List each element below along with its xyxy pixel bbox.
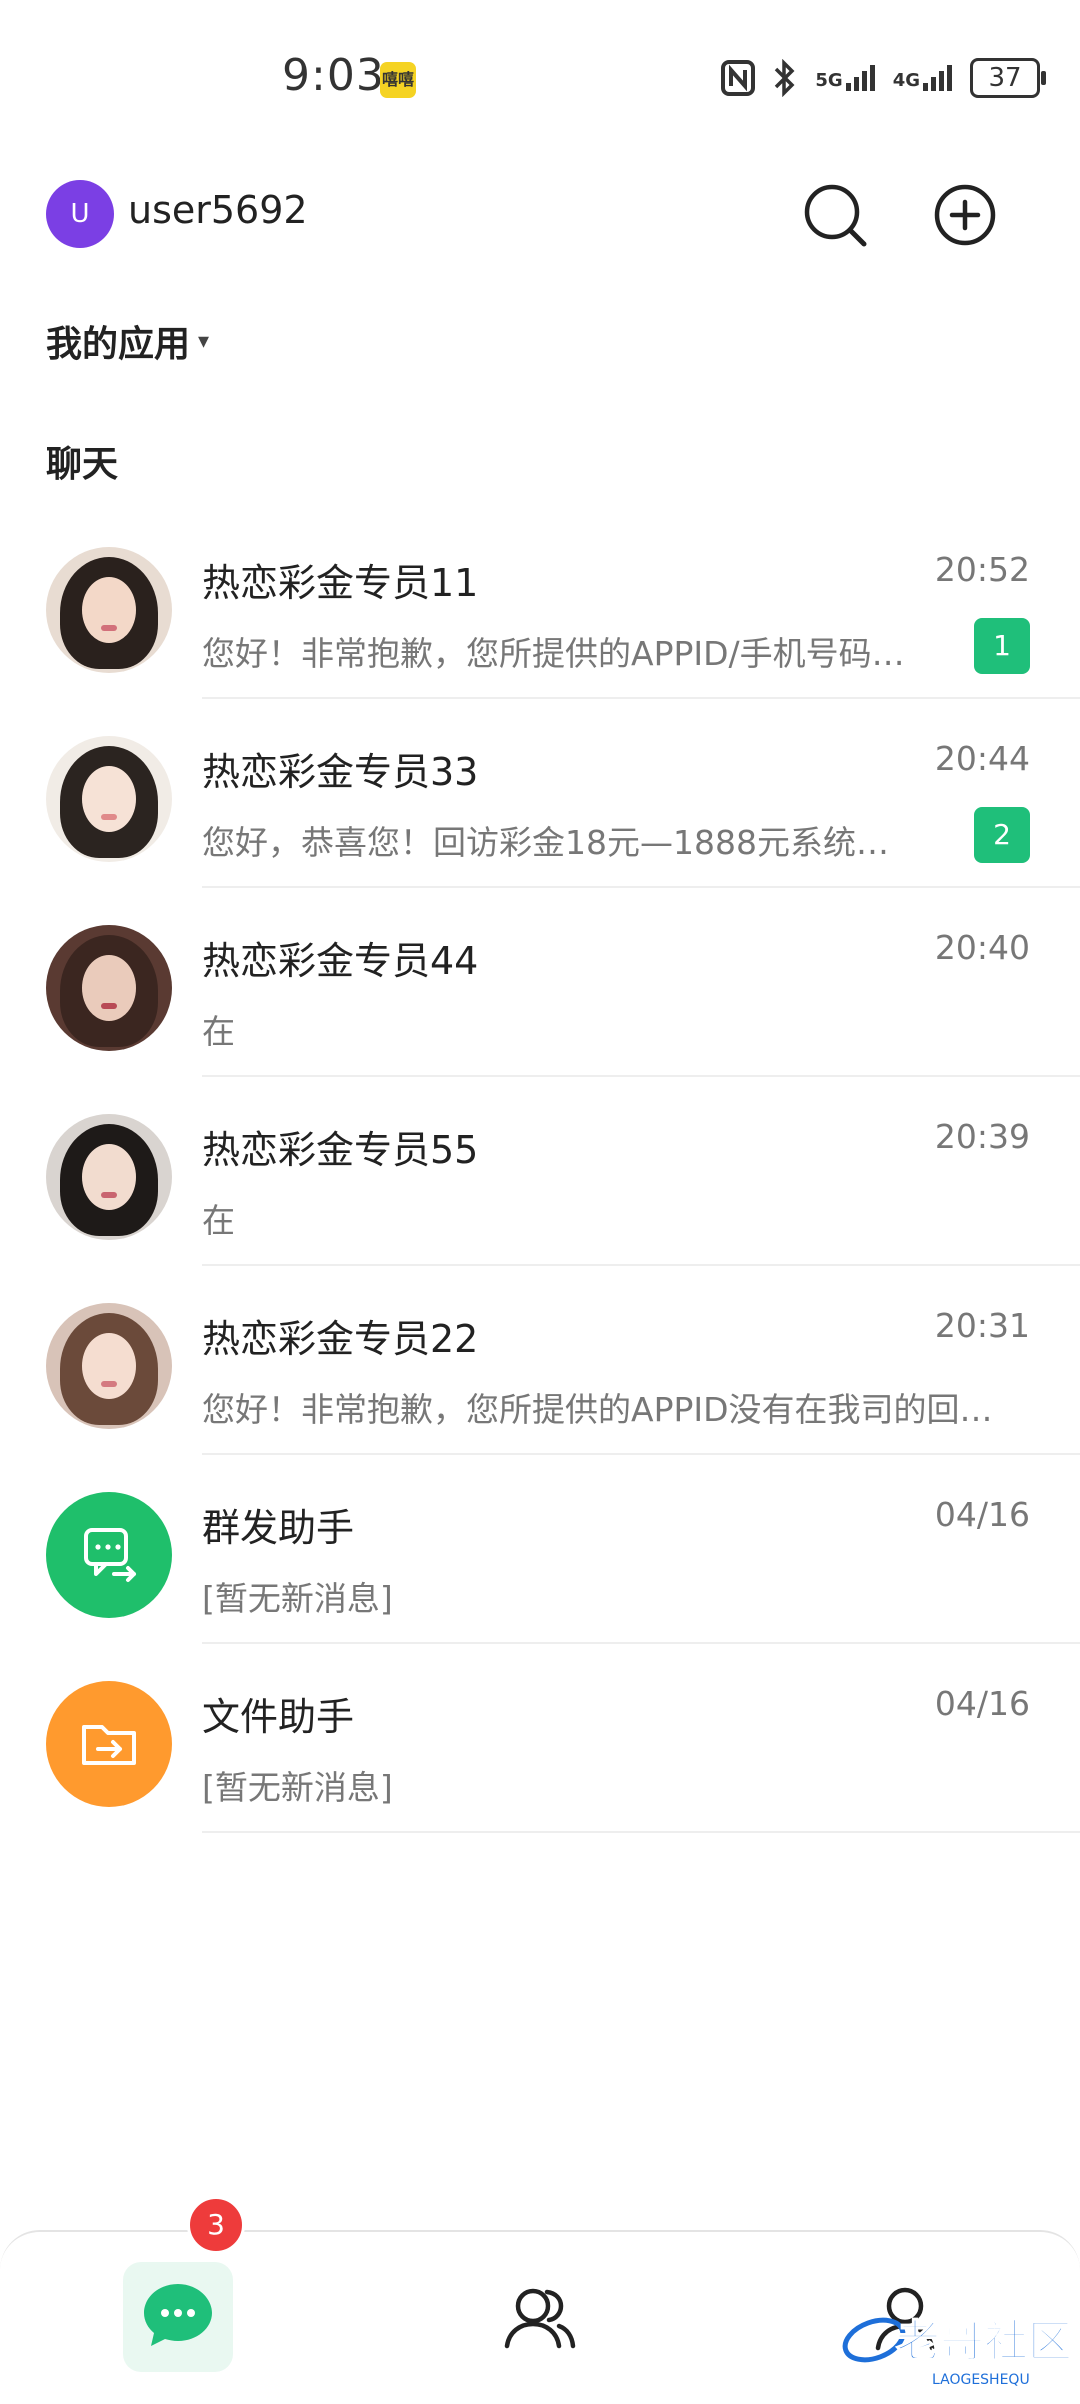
chat-preview: 您好！非常抱歉，您所提供的APPID/手机号码… xyxy=(202,634,905,673)
chat-time: 20:44 xyxy=(934,739,1030,778)
chat-preview: 您好！非常抱歉，您所提供的APPID没有在我司的回… xyxy=(202,1390,993,1429)
chat-time: 20:40 xyxy=(934,928,1030,967)
broadcast-icon xyxy=(84,1528,136,1582)
status-bar: 9:03 嘻嘻 5G 4G 37 xyxy=(0,0,1080,150)
search-icon xyxy=(804,184,867,247)
status-icons: 5G 4G 37 xyxy=(721,58,1046,98)
notification-app-icon: 嘻嘻 xyxy=(380,62,416,98)
contact-avatar xyxy=(46,1114,172,1240)
tab-contacts[interactable] xyxy=(485,2262,595,2372)
chat-list: 热恋彩金专员11 20:52 您好！非常抱歉，您所提供的APPID/手机号码… … xyxy=(0,510,1080,1833)
my-apps-label: 我的应用 xyxy=(46,324,191,365)
my-apps-toggle[interactable]: 我的应用 ▾ xyxy=(46,315,209,367)
add-button[interactable] xyxy=(920,170,1010,260)
chat-time: 20:39 xyxy=(934,1117,1030,1156)
file-helper-avatar xyxy=(46,1681,172,1807)
svg-text:LAOGESHEQU: LAOGESHEQU xyxy=(932,2372,1030,2388)
chat-time: 20:52 xyxy=(934,550,1030,589)
chat-row[interactable]: 热恋彩金专员22 20:31 您好！非常抱歉，您所提供的APPID没有在我司的回… xyxy=(0,1266,1080,1455)
chat-time: 20:31 xyxy=(934,1306,1030,1345)
battery-indicator: 37 xyxy=(970,58,1046,98)
chat-row[interactable]: 热恋彩金专员33 20:44 您好，恭喜您！回访彩金18元—1888元系统… 2 xyxy=(0,699,1080,888)
chat-preview: 在 xyxy=(202,1201,235,1240)
user-avatar[interactable]: U xyxy=(46,180,114,248)
chat-name: 热恋彩金专员33 xyxy=(202,750,479,794)
network-type-label: 5G xyxy=(815,70,843,91)
unread-badge: 2 xyxy=(974,807,1030,863)
contact-avatar xyxy=(46,925,172,1051)
chat-time: 04/16 xyxy=(934,1684,1030,1723)
chat-preview: 在 xyxy=(202,1012,235,1051)
chat-preview: [暂无新消息] xyxy=(202,1768,393,1807)
chat-row[interactable]: 热恋彩金专员44 20:40 在 xyxy=(0,888,1080,1077)
folder-icon xyxy=(82,1725,136,1765)
search-button[interactable] xyxy=(790,170,880,260)
contacts-icon xyxy=(504,2288,576,2349)
chat-row[interactable]: 文件助手 04/16 [暂无新消息] xyxy=(0,1644,1080,1833)
app-header: U user5692 xyxy=(0,170,1080,260)
svg-text:老哥社区: 老哥社区 xyxy=(896,2316,1072,2367)
chat-section-title: 聊天 xyxy=(46,444,119,485)
broadcast-avatar xyxy=(46,1492,172,1618)
chat-name: 文件助手 xyxy=(202,1695,355,1739)
network-type-label: 4G xyxy=(892,70,920,91)
signal-5g: 5G xyxy=(815,65,875,91)
divider xyxy=(202,1831,1080,1833)
tab-chats[interactable] xyxy=(123,2262,233,2372)
chat-row[interactable]: 群发助手 04/16 [暂无新消息] xyxy=(0,1455,1080,1644)
chat-bubble-icon xyxy=(144,2284,212,2346)
chat-time: 04/16 xyxy=(934,1495,1030,1534)
contact-avatar xyxy=(46,547,172,673)
watermark-logo: 老哥社区 LAOGESHEQU xyxy=(836,2300,1080,2400)
chat-row[interactable]: 热恋彩金专员11 20:52 您好！非常抱歉，您所提供的APPID/手机号码… … xyxy=(0,510,1080,699)
unread-badge: 1 xyxy=(974,618,1030,674)
chat-name: 热恋彩金专员22 xyxy=(202,1317,479,1361)
chat-preview: [暂无新消息] xyxy=(202,1579,393,1618)
chat-name: 热恋彩金专员44 xyxy=(202,939,479,983)
plus-circle-icon xyxy=(934,184,996,246)
chat-row[interactable]: 热恋彩金专员55 20:39 在 xyxy=(0,1077,1080,1266)
signal-4g: 4G xyxy=(893,65,952,91)
chat-name: 热恋彩金专员55 xyxy=(202,1128,479,1172)
chat-name: 群发助手 xyxy=(202,1506,355,1550)
contact-avatar xyxy=(46,736,172,862)
caret-down-icon: ▾ xyxy=(198,328,210,354)
bluetooth-icon xyxy=(775,59,795,97)
chat-preview: 您好，恭喜您！回访彩金18元—1888元系统… xyxy=(202,823,889,862)
contact-avatar xyxy=(46,1303,172,1429)
unread-count-badge: 3 xyxy=(187,2196,245,2254)
nfc-icon xyxy=(721,60,756,96)
username[interactable]: user5692 xyxy=(128,188,308,232)
chat-name: 热恋彩金专员11 xyxy=(202,561,479,605)
status-time: 9:03 xyxy=(282,50,385,101)
